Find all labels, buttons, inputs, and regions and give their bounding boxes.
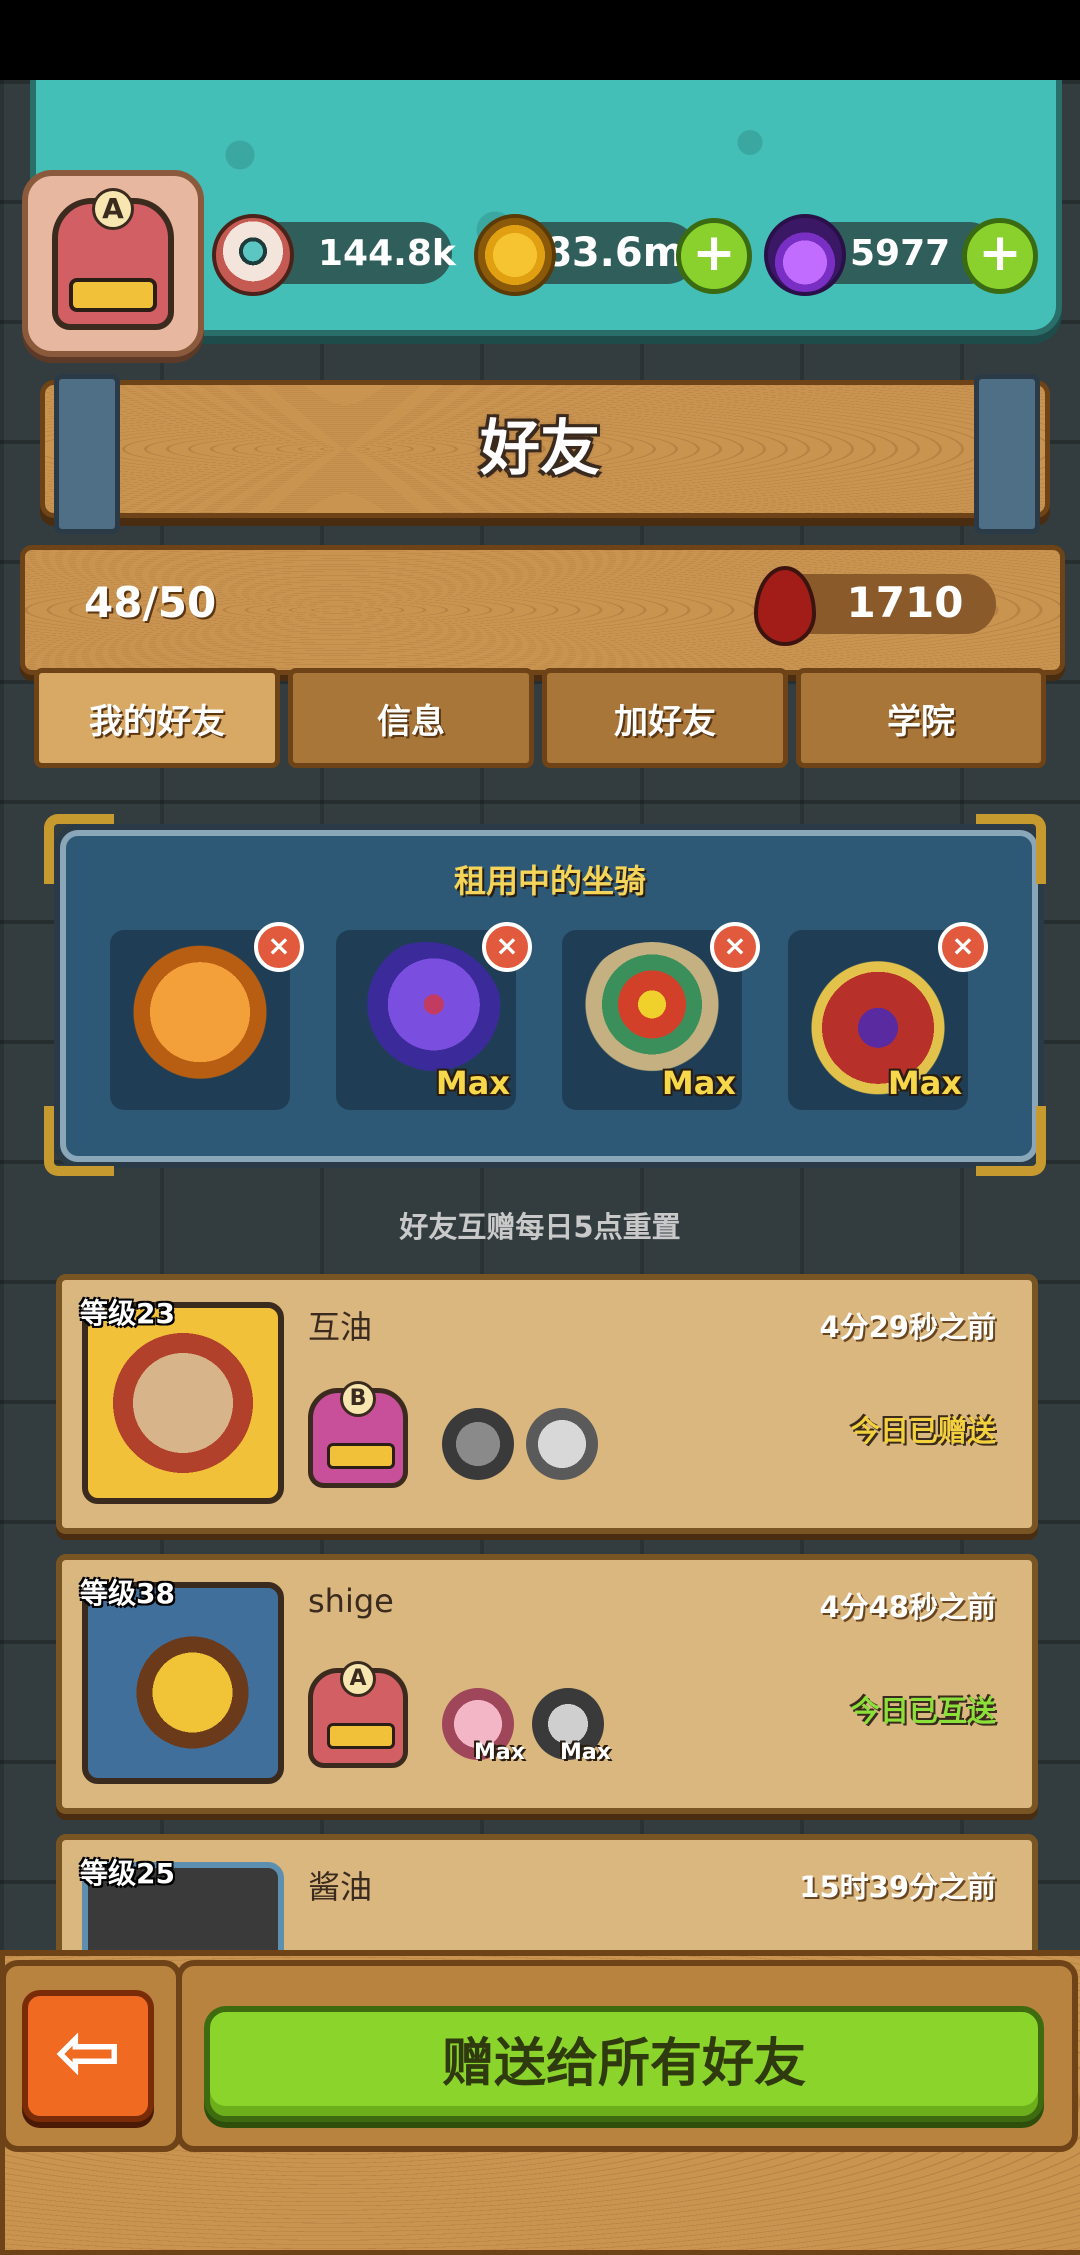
remove-mount-2-button[interactable]: × <box>482 922 532 972</box>
tab-academy[interactable]: 学院 <box>796 668 1046 768</box>
friend-avatar <box>82 1582 284 1784</box>
remove-mount-3-button[interactable]: × <box>710 922 760 972</box>
friend-level: 等级25 <box>80 1857 175 1890</box>
add-potions-button[interactable]: + <box>962 218 1038 294</box>
tab-messages[interactable]: 信息 <box>288 668 534 768</box>
gift-status: 今日已互送 <box>850 1694 996 1728</box>
friend-rank-badge: A <box>308 1661 408 1778</box>
friend-name: 互油 <box>308 1308 373 1346</box>
pet-max-label: Max <box>474 1740 525 1765</box>
eyeball-icon <box>212 214 294 296</box>
friend-name: shige <box>308 1582 394 1620</box>
mount-2-max-label: Max <box>435 1064 510 1102</box>
last-online-time: 15时39分之前 <box>799 1870 996 1904</box>
rank-badge-icon: A <box>52 187 174 330</box>
friend-level: 等级23 <box>80 1297 175 1330</box>
coin-counter: 83.6m <box>474 214 698 296</box>
remove-mount-4-button[interactable]: × <box>938 922 988 972</box>
blood-value: 1710 <box>846 578 964 627</box>
pet-max-label: Max <box>560 1740 611 1765</box>
rented-mounts-title: 租用中的坐骑 <box>453 862 646 900</box>
add-coins-button[interactable]: + <box>676 218 752 294</box>
back-arrow-icon[interactable]: ⇦ <box>22 1990 154 2122</box>
potion-icon <box>764 214 846 296</box>
friend-card[interactable]: 等级23 互油 4分29秒之前 B 今日已赠送 <box>56 1274 1038 1534</box>
pumpkin-robot-mount-icon <box>122 942 278 1098</box>
friend-level: 等级38 <box>80 1577 175 1610</box>
potion-value: 5977 <box>850 232 951 274</box>
friend-rank-badge: B <box>308 1381 408 1498</box>
last-online-time: 4分48秒之前 <box>819 1590 996 1624</box>
rank-letter: A <box>92 187 134 230</box>
eyeball-value: 144.8k <box>318 232 456 274</box>
gift-status: 今日已赠送 <box>850 1414 996 1448</box>
spiky-pet-icon <box>442 1408 514 1480</box>
friend-count: 48/50 <box>84 578 217 627</box>
send-to-all-friends-button[interactable]: 赠送给所有好友 <box>204 2006 1044 2122</box>
friend-card[interactable]: 等级38 shige 4分48秒之前 A Max Max 今日已互送 <box>56 1554 1038 1814</box>
coin-value: 83.6m <box>544 230 685 276</box>
eyeball-counter: 144.8k <box>212 214 456 296</box>
daily-reset-note: 好友互赠每日5点重置 <box>399 1210 681 1244</box>
player-avatar[interactable]: A <box>22 170 204 357</box>
page-title: 好友 <box>480 414 600 484</box>
status-bar <box>0 0 1080 80</box>
coin-icon <box>474 214 556 296</box>
mount-4-max-label: Max <box>887 1064 962 1102</box>
friend-name: 酱油 <box>308 1868 373 1906</box>
puffer-pet-icon <box>526 1408 598 1480</box>
friend-avatar <box>82 1302 284 1504</box>
tab-my-friends[interactable]: 我的好友 <box>34 668 280 768</box>
tab-add-friend[interactable]: 加好友 <box>542 668 788 768</box>
remove-mount-1-button[interactable]: × <box>254 922 304 972</box>
mount-3-max-label: Max <box>661 1064 736 1102</box>
last-online-time: 4分29秒之前 <box>819 1310 996 1344</box>
